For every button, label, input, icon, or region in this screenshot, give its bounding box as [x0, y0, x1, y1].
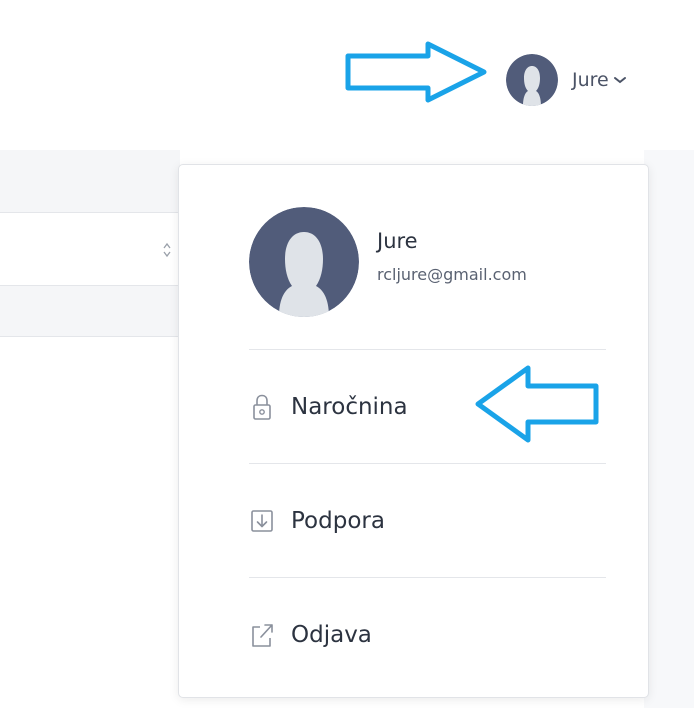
menu-item-logout[interactable]: Odjava: [249, 606, 606, 664]
table-header: [0, 150, 180, 213]
divider: [249, 463, 606, 464]
lock-icon: [253, 394, 271, 420]
sort-icon[interactable]: [162, 241, 172, 259]
table-row: [0, 286, 180, 337]
external-link-icon: [252, 624, 273, 647]
download-icon: [251, 510, 273, 532]
divider: [249, 577, 606, 578]
background-edge: [644, 150, 694, 708]
table-row: [0, 213, 180, 286]
menu-item-label: Naročnina: [291, 394, 408, 420]
chevron-down-icon: [613, 77, 626, 84]
menu-item-support[interactable]: Podpora: [249, 492, 606, 550]
user-name: Jure: [572, 69, 609, 91]
profile-summary: Jure rcljure@gmail.com: [249, 207, 527, 317]
divider: [249, 349, 606, 350]
menu-item-label: Podpora: [291, 508, 385, 534]
menu-item-label: Odjava: [291, 622, 372, 648]
avatar: [506, 54, 558, 106]
top-bar: Jure: [0, 0, 694, 150]
avatar: [249, 207, 359, 317]
annotation-arrow-left: [475, 365, 599, 443]
profile-name: Jure: [377, 228, 418, 253]
background-table: [0, 150, 180, 708]
profile-email: rcljure@gmail.com: [377, 264, 527, 284]
annotation-arrow-right: [345, 41, 487, 103]
user-menu-trigger[interactable]: Jure: [506, 54, 627, 106]
